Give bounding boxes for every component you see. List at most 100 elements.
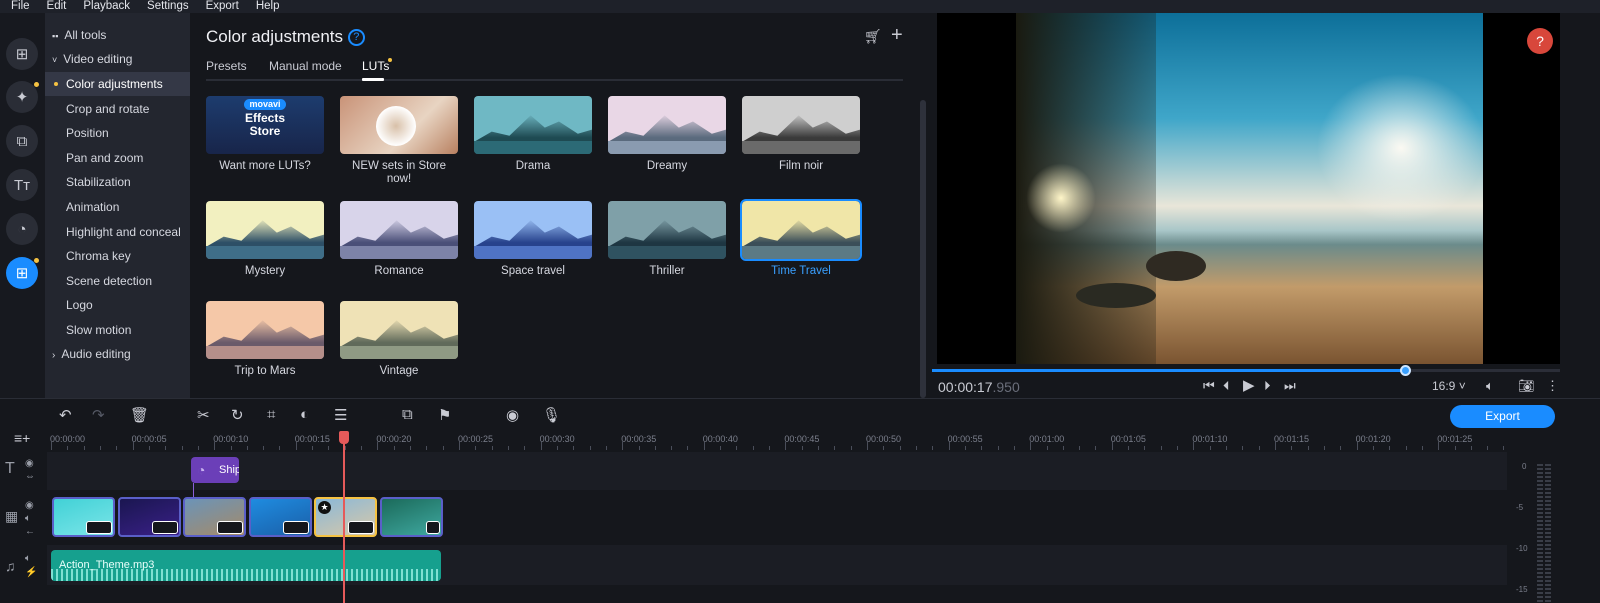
sidebar-item-highlight-and-conceal[interactable]: Highlight and conceal (45, 220, 190, 244)
transition-icon[interactable] (217, 521, 243, 534)
snapshot-icon[interactable]: 📷︎ (1518, 378, 1535, 394)
tab-manual-mode[interactable]: Manual mode (269, 59, 342, 73)
mute-icon[interactable]: 🔈︎ (25, 513, 31, 524)
stickers-button[interactable]: ◔ (6, 213, 38, 245)
menu-help[interactable]: Help (245, 0, 286, 13)
ruler-tick (475, 446, 477, 450)
export-button[interactable]: Export (1450, 405, 1555, 428)
title-clip[interactable]: ◔ Ship (191, 457, 239, 483)
sidebar-item-animation[interactable]: Animation (45, 195, 190, 219)
prev-frame-icon[interactable]: ⏴ (1223, 378, 1230, 394)
skip-end-icon[interactable]: ⏭ (1284, 378, 1296, 394)
lut-thriller[interactable]: Thriller (608, 201, 726, 278)
sidebar-item-slow-motion[interactable]: Slow motion (45, 318, 190, 342)
sync-icon[interactable]: ⚡ (25, 567, 37, 578)
video-clip[interactable] (117, 497, 181, 537)
transition-icon[interactable] (282, 521, 309, 534)
sidebar-item-stabilization[interactable]: Stabilization (45, 170, 190, 194)
lut-mystery[interactable]: Mystery (206, 201, 324, 278)
menu-file[interactable]: File (0, 0, 36, 13)
arrow-icon[interactable]: ← (25, 526, 35, 537)
link-icon[interactable]: ⇔ (25, 471, 35, 482)
sidebar-item-logo[interactable]: Logo (45, 293, 190, 317)
label: Video editing (63, 52, 133, 66)
transition-icon[interactable] (425, 521, 440, 534)
menu-edit[interactable]: Edit (36, 0, 73, 13)
label: Audio editing (61, 347, 131, 361)
tab-luts[interactable]: LUTs (362, 59, 389, 73)
next-frame-icon[interactable]: ⏵ (1264, 378, 1271, 394)
lut-time-travel[interactable]: Time Travel (740, 199, 862, 278)
titles-button[interactable]: Tт (6, 169, 38, 201)
help-icon[interactable]: ? (347, 29, 365, 46)
tab-presets[interactable]: Presets (206, 59, 247, 73)
menu-playback[interactable]: Playback (72, 0, 136, 13)
play-icon[interactable]: ▶ (1243, 376, 1255, 394)
sidebar-all-tools[interactable]: ▪▪ All tools (45, 23, 190, 47)
menu-export[interactable]: Export (195, 0, 245, 13)
add-track-icon[interactable]: ≡+ (14, 430, 30, 446)
sidebar-item-pan-and-zoom[interactable]: Pan and zoom (45, 146, 190, 170)
lut-romance[interactable]: Romance (340, 201, 458, 278)
microphone-icon[interactable]: 🎙︎ (542, 406, 561, 424)
webcam-icon[interactable]: ◉ (506, 406, 519, 424)
sidebar-video-editing[interactable]: ˅ Video editing (45, 47, 190, 71)
video-clip[interactable] (248, 497, 312, 537)
more-tools-button[interactable]: ⊞ (6, 257, 38, 289)
playhead-handle[interactable] (339, 431, 349, 444)
playhead[interactable] (343, 432, 345, 603)
more-icon[interactable]: ⋮ (1546, 378, 1559, 394)
video-clip[interactable] (183, 497, 246, 537)
sidebar-item-position[interactable]: Position (45, 121, 190, 145)
visibility-icon[interactable]: ◉ (25, 500, 34, 511)
visibility-icon[interactable]: ◉ (25, 458, 34, 469)
crop-icon[interactable]: ⌗ (267, 406, 275, 423)
seek-handle[interactable] (1400, 365, 1411, 376)
help-button[interactable]: ? (1527, 28, 1553, 54)
sidebar-item-chroma-key[interactable]: Chroma key (45, 244, 190, 268)
panel-scrollbar[interactable] (920, 100, 926, 398)
cart-icon[interactable]: 🛒︎ (864, 28, 882, 45)
sidebar-audio-editing[interactable]: › Audio editing (45, 342, 190, 366)
menu-settings[interactable]: Settings (136, 0, 195, 13)
lut-drama[interactable]: Drama (474, 96, 592, 173)
clip-properties-icon[interactable]: ☰ (334, 406, 347, 424)
magic-wand-button[interactable]: ✦ (6, 81, 38, 113)
lut-new-sets-in-store-now[interactable]: NEW sets in Store now! (340, 96, 458, 186)
sidebar-item-crop-and-rotate[interactable]: Crop and rotate (45, 97, 190, 121)
audio-clip[interactable]: Action_Theme.mp3 (51, 550, 441, 581)
video-clip[interactable] (379, 497, 443, 537)
lut-film-noir[interactable]: Film noir (742, 96, 860, 173)
skip-start-icon[interactable]: ⏮ (1203, 378, 1215, 394)
sidebar-item-color-adjustments[interactable]: Color adjustments (45, 72, 190, 96)
delete-icon[interactable]: 🗑︎ (130, 406, 149, 424)
lut-trip-to-mars[interactable]: Trip to Mars (206, 301, 324, 378)
redo-icon[interactable]: ↷ (92, 406, 105, 424)
sidebar-item-scene-detection[interactable]: Scene detection (45, 269, 190, 293)
ruler-tick (1062, 446, 1064, 450)
time-ruler[interactable]: 00:00:00 00:00:05 00:00:10 00:00:15 00:00:20… (47, 430, 1507, 450)
video-clip[interactable]: ★ (314, 497, 377, 537)
chevron-down-icon: ˅ (52, 55, 58, 65)
marker-icon[interactable]: ⚑ (438, 406, 451, 424)
transition-icon[interactable] (86, 521, 112, 534)
transitions-button[interactable]: ⧉ (6, 125, 38, 157)
lut-vintage[interactable]: Vintage (340, 301, 458, 378)
lut-label: Dreamy (646, 160, 688, 172)
transition-wizard-icon[interactable]: ⧉ (402, 406, 413, 423)
add-icon[interactable]: + (891, 24, 903, 47)
mute-icon[interactable]: 🔈︎ (25, 553, 31, 564)
volume-icon[interactable]: 🔈︎ (1486, 378, 1494, 394)
lut-space-travel[interactable]: Space travel (474, 201, 592, 278)
undo-icon[interactable]: ↶ (59, 406, 72, 424)
rotate-icon[interactable]: ↻ (231, 406, 244, 424)
color-icon[interactable]: ◐ (300, 406, 309, 423)
cut-icon[interactable]: ✂ (197, 406, 210, 424)
video-clip[interactable] (52, 497, 115, 537)
lut-want-more-luts[interactable]: movavi Effects Store Want more LUTs? (206, 96, 324, 173)
transition-icon[interactable] (348, 521, 374, 534)
aspect-ratio-select[interactable]: 16:9 ˅ (1432, 379, 1466, 393)
lut-dreamy[interactable]: Dreamy (608, 96, 726, 173)
transition-icon[interactable] (151, 521, 178, 534)
import-button[interactable]: ⊞ (6, 38, 38, 70)
